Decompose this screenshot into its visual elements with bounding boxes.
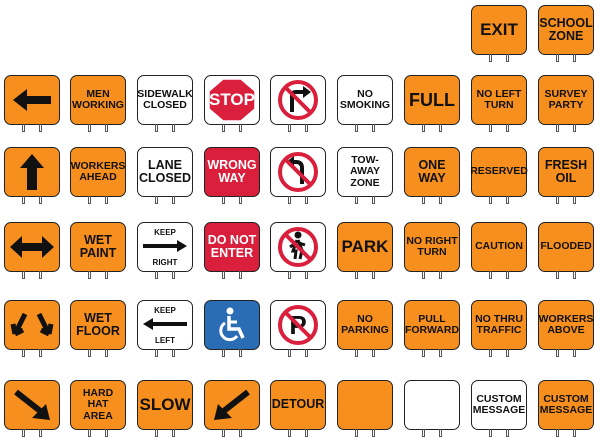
sign-label: TOW-AWAY ZONE <box>350 154 380 189</box>
no-pedestrian-icon <box>278 227 318 267</box>
up-arrow-icon <box>20 154 44 190</box>
sign-label: NO SMOKING <box>339 87 391 111</box>
blank-white-sign <box>404 380 460 437</box>
sign-label: NO RIGHT TURN <box>406 234 458 258</box>
pull-forward-sign: PULL FORWARD <box>404 300 460 357</box>
school-zone-sign: SCHOOL ZONE <box>538 5 594 62</box>
sign-label: WORKERS AHEAD <box>70 159 126 183</box>
down-right-arrow-sign <box>4 380 60 437</box>
sign-label: CUSTOM MESSAGE <box>539 392 593 416</box>
sign-label: CUSTOM MESSAGE <box>472 392 526 416</box>
sign-label: CAUTION <box>475 240 523 253</box>
diagonal-arrows-sign <box>4 300 60 357</box>
fresh-oil-sign: FRESH OIL <box>538 147 594 204</box>
left-arrow-icon <box>13 89 51 111</box>
full-sign: FULL <box>404 75 460 132</box>
park-sign: PARK <box>337 222 393 279</box>
blank-orange-sign <box>337 380 393 437</box>
sign-label: PARK <box>341 237 389 257</box>
sidewalk-closed-sign: SIDEWALK CLOSED <box>137 75 193 132</box>
sign-label: PULL FORWARD <box>404 312 460 336</box>
sign-label: FLOODED <box>540 240 592 253</box>
custom-message-white-sign: CUSTOM MESSAGE <box>471 380 527 437</box>
exit-sign: EXIT <box>471 5 527 62</box>
sign-label: DETOUR <box>271 397 325 412</box>
workers-ahead-sign: WORKERS AHEAD <box>70 147 126 204</box>
wrong-way-sign: WRONG WAY <box>204 147 260 204</box>
sign-label: STOP <box>209 90 255 110</box>
handicap-icon <box>219 307 245 342</box>
stop-sign: STOP <box>204 75 260 132</box>
sign-label: SLOW <box>139 395 191 415</box>
wet-paint-sign: WET PAINT <box>70 222 126 279</box>
keep-right-sign: KEEP RIGHT <box>137 222 193 279</box>
sign-label-top: KEEP <box>154 306 176 315</box>
diagonal-down-arrows-icon <box>10 312 54 337</box>
no-parking-symbol-sign: P <box>270 300 326 357</box>
up-arrow-sign <box>4 147 60 204</box>
no-parking-icon: P <box>278 305 318 345</box>
sign-label: EXIT <box>480 20 518 40</box>
sign-label: DO NOT ENTER <box>207 232 257 260</box>
slow-sign: SLOW <box>137 380 193 437</box>
no-right-turn-sign: NO RIGHT TURN <box>404 222 460 279</box>
sign-label: FRESH OIL <box>544 157 588 185</box>
sign-label: SIDEWALK CLOSED <box>137 87 193 111</box>
lane-closed-sign: LANE CLOSED <box>137 147 193 204</box>
no-pedestrian-symbol-sign <box>270 222 326 279</box>
men-working-sign: MEN WORKING <box>70 75 126 132</box>
sign-label: WET PAINT <box>79 232 117 260</box>
handicap-sign <box>204 300 260 357</box>
double-arrow-sign <box>4 222 60 279</box>
sign-label: SCHOOL ZONE <box>539 15 593 43</box>
do-not-enter-sign: DO NOT ENTER <box>204 222 260 279</box>
sign-label: NO LEFT TURN <box>476 87 522 111</box>
sign-label: WORKERS ABOVE <box>538 312 594 336</box>
no-smoking-sign: NO SMOKING <box>337 75 393 132</box>
tow-away-zone-sign: TOW-AWAY ZONE <box>337 147 393 204</box>
sign-label: LANE CLOSED <box>138 157 192 185</box>
custom-message-orange-sign: CUSTOM MESSAGE <box>538 380 594 437</box>
caution-sign: CAUTION <box>471 222 527 279</box>
reserved-sign: RESERVED <box>470 147 528 204</box>
workers-above-sign: WORKERS ABOVE <box>538 300 594 357</box>
no-thru-traffic-sign: NO THRU TRAFFIC <box>471 300 527 357</box>
sign-label: WRONG WAY <box>207 157 257 185</box>
left-arrow-sign <box>4 75 60 132</box>
sign-label-top: KEEP <box>154 228 176 237</box>
no-left-turn-sign: NO LEFT TURN <box>471 75 527 132</box>
sign-label-bottom: LEFT <box>155 336 175 345</box>
no-u-turn-symbol-sign <box>270 147 326 204</box>
sign-label: RESERVED <box>470 165 528 178</box>
detour-sign: DETOUR <box>270 380 326 437</box>
sign-label: HARD HAT AREA <box>82 387 114 422</box>
no-u-turn-icon <box>278 152 318 192</box>
sign-label: SURVEY PARTY <box>544 87 588 111</box>
sign-label: WET FLOOR <box>76 310 120 338</box>
left-arrow-icon <box>143 318 187 330</box>
down-right-arrow-icon <box>14 389 50 420</box>
sign-label: FULL <box>409 89 455 110</box>
hard-hat-area-sign: HARD HAT AREA <box>70 380 126 437</box>
no-parking-sign: NO PARKING <box>337 300 393 357</box>
flooded-sign: FLOODED <box>538 222 594 279</box>
keep-left-sign: KEEP LEFT <box>137 300 193 357</box>
wet-floor-sign: WET FLOOR <box>70 300 126 357</box>
survey-party-sign: SURVEY PARTY <box>538 75 594 132</box>
sign-label: MEN WORKING <box>72 87 124 111</box>
down-left-arrow-sign <box>204 380 260 437</box>
no-right-turn-symbol-sign <box>270 75 326 132</box>
one-way-sign: ONE WAY <box>404 147 460 204</box>
sign-label: ONE WAY <box>418 157 446 185</box>
double-arrow-icon <box>10 236 54 258</box>
sign-label: NO THRU TRAFFIC <box>475 312 523 336</box>
no-right-turn-icon <box>278 80 318 120</box>
sign-label: NO PARKING <box>341 312 389 336</box>
sign-label-bottom: RIGHT <box>152 258 178 267</box>
right-arrow-icon <box>143 240 187 252</box>
down-left-arrow-icon <box>214 389 250 420</box>
